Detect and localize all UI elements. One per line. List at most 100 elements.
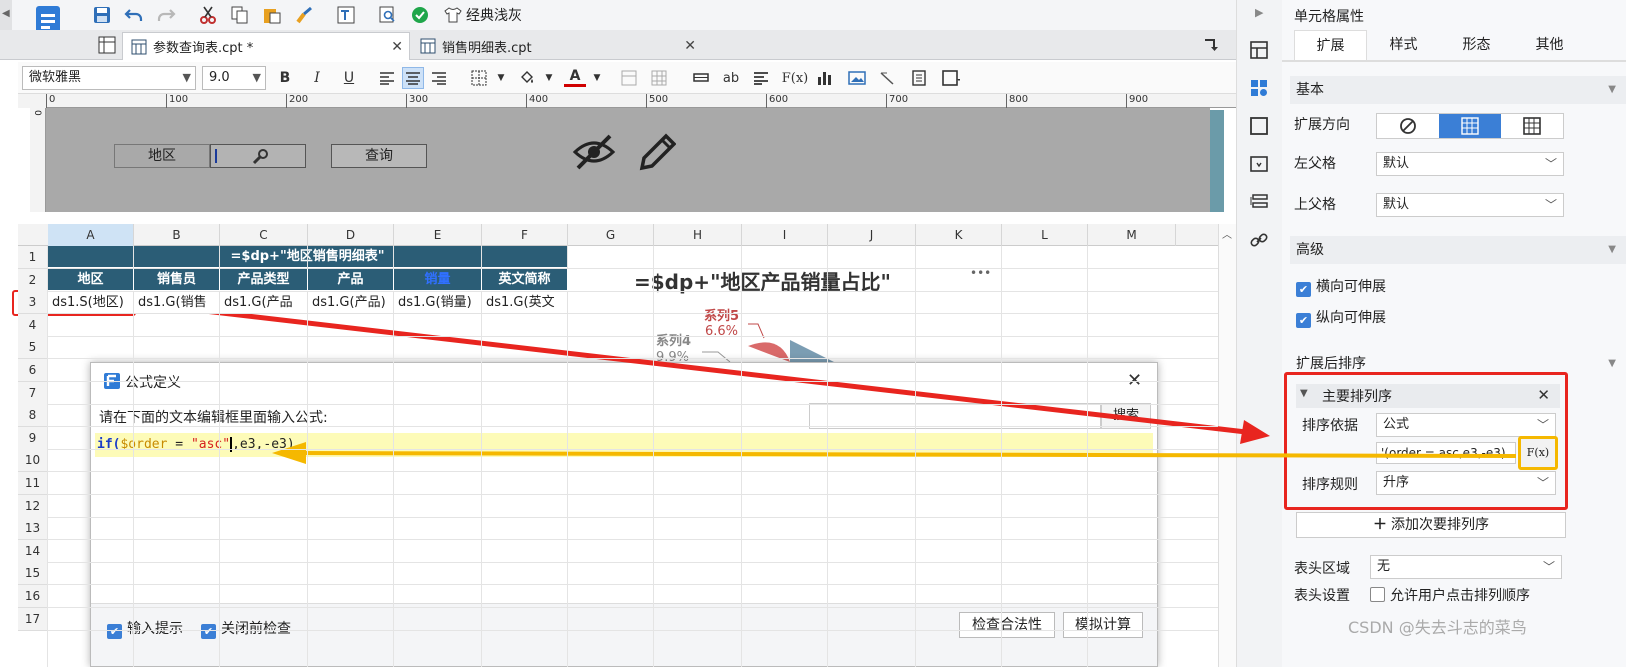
format-painter-icon[interactable] xyxy=(292,3,316,27)
row-header-16[interactable]: 16 xyxy=(18,585,48,608)
font-family-select[interactable]: 微软雅黑 ▼ xyxy=(22,66,196,90)
row-header-3[interactable]: 3 xyxy=(18,291,48,314)
sheet-title-cell[interactable]: =$dp+"地区销售明细表" xyxy=(48,246,568,268)
column-header-I[interactable]: I xyxy=(742,224,828,246)
close-icon[interactable]: ✕ xyxy=(684,38,696,54)
pie-slice-series5[interactable] xyxy=(748,342,790,362)
column-header-D[interactable]: D xyxy=(308,224,394,246)
widget-icon[interactable] xyxy=(1249,154,1269,174)
redo-icon[interactable] xyxy=(154,3,178,27)
copy-icon[interactable] xyxy=(228,3,252,27)
left-parent-select[interactable]: 默认 ﹀ xyxy=(1376,152,1564,176)
tab-param-query[interactable]: 参数查询表.cpt * ✕ xyxy=(122,32,410,60)
panel-tab[interactable]: 形态 xyxy=(1440,30,1513,60)
paste-icon[interactable] xyxy=(260,3,284,27)
panel-tab[interactable]: 扩展 xyxy=(1294,30,1367,60)
header-cell[interactable]: 产品 xyxy=(308,269,394,291)
up-parent-select[interactable]: 默认 ﹀ xyxy=(1376,193,1564,217)
panel-tab[interactable]: 其他 xyxy=(1513,30,1586,60)
cell-element-icon[interactable] xyxy=(1249,40,1269,60)
slash-icon[interactable] xyxy=(876,67,898,89)
check-validity-button[interactable]: 检查合法性 xyxy=(959,612,1055,638)
save-icon[interactable] xyxy=(90,3,114,27)
column-header-M[interactable]: M xyxy=(1088,224,1176,246)
close-icon[interactable]: ✕ xyxy=(1537,386,1550,404)
condition-attr-icon[interactable] xyxy=(1249,192,1269,212)
align-right-icon[interactable] xyxy=(428,67,450,89)
unmerge-cells-icon[interactable] xyxy=(648,67,670,89)
undo-icon[interactable] xyxy=(122,3,146,27)
formula-editor[interactable]: if($order = "asc" ,e3,-e3) xyxy=(95,433,1153,629)
query-button[interactable]: 查询 xyxy=(331,144,427,168)
check-before-close-checkbox[interactable]: ✔ 关闭前检查 xyxy=(201,618,291,639)
row-header-8[interactable]: 8 xyxy=(18,404,48,427)
column-header-E[interactable]: E xyxy=(394,224,482,246)
vertical-expand-icon[interactable] xyxy=(1439,114,1501,138)
bar-chart-icon[interactable] xyxy=(814,67,836,89)
bold-button[interactable]: B xyxy=(274,67,296,89)
tab-sales-detail[interactable]: 销售明细表.cpt ✕ xyxy=(412,32,702,60)
column-header-F[interactable]: F xyxy=(482,224,568,246)
data-cell[interactable]: ds1.G(销量) xyxy=(394,292,482,314)
float-element-icon[interactable] xyxy=(1249,116,1269,136)
left-collapse-strip[interactable]: ◀ xyxy=(0,0,12,30)
column-header-C[interactable]: C xyxy=(220,224,308,246)
row-header-11[interactable]: 11 xyxy=(18,472,48,495)
region-input[interactable] xyxy=(210,144,306,168)
row-header-9[interactable]: 9 xyxy=(18,427,48,450)
align-center-icon[interactable] xyxy=(402,67,424,89)
text-color-button[interactable]: A xyxy=(564,67,586,87)
border-icon[interactable] xyxy=(468,67,490,89)
canvas-scrollbar[interactable] xyxy=(1210,110,1224,212)
header-cell[interactable]: 销售员 xyxy=(134,269,220,291)
h-expand-checkbox[interactable]: ✔ 横向可伸展 xyxy=(1296,276,1386,297)
cell-border-icon[interactable] xyxy=(940,67,962,89)
sort-rule-select[interactable]: 升序 ﹀ xyxy=(1376,471,1556,495)
header-cell[interactable]: 产品类型 xyxy=(220,269,308,291)
v-expand-checkbox[interactable]: ✔ 纵向可伸展 xyxy=(1296,307,1386,328)
underline-button[interactable]: U xyxy=(338,67,360,89)
fx-button[interactable]: F(x) xyxy=(1518,436,1558,470)
input-hint-checkbox[interactable]: ✔ 输入提示 xyxy=(107,618,183,639)
row-header-15[interactable]: 15 xyxy=(18,562,48,585)
cell-attribute-icon[interactable] xyxy=(1249,78,1269,98)
header-cell[interactable]: 销量 xyxy=(394,269,482,291)
cut-icon[interactable] xyxy=(196,3,220,27)
row-header-1[interactable]: 1 xyxy=(18,246,48,269)
column-header-B[interactable]: B xyxy=(134,224,220,246)
sort-basis-select[interactable]: 公式 ﹀ xyxy=(1376,413,1556,437)
edit-pencil-icon[interactable] xyxy=(636,130,676,172)
column-header-K[interactable]: K xyxy=(916,224,1002,246)
column-header-G[interactable]: G xyxy=(568,224,654,246)
column-header-J[interactable]: J xyxy=(828,224,916,246)
fill-color-icon[interactable] xyxy=(516,67,538,89)
header-area-select[interactable]: 无 ﹀ xyxy=(1370,555,1562,579)
text-cell-button[interactable]: ab xyxy=(720,67,742,89)
text-lines-icon[interactable] xyxy=(750,67,772,89)
panel-tab[interactable]: 样式 xyxy=(1367,30,1440,60)
chevron-down-icon[interactable]: ▼ xyxy=(538,67,560,89)
close-icon[interactable]: ✕ xyxy=(391,39,403,55)
row-header-5[interactable]: 5 xyxy=(18,336,48,359)
add-secondary-sort-button[interactable]: ＋添加次要排列序 xyxy=(1296,512,1566,538)
chevron-right-icon[interactable]: ▶ xyxy=(1255,6,1263,19)
section-advanced[interactable]: 高级 ▼ xyxy=(1290,236,1626,264)
chevron-down-icon[interactable]: ▼ xyxy=(586,67,608,89)
row-header-7[interactable]: 7 xyxy=(18,382,48,405)
primary-sort-header[interactable]: ▼ 主要排列序 ✕ xyxy=(1296,384,1560,408)
formula-button[interactable]: F(x) xyxy=(780,67,810,89)
row-header-17[interactable]: 17 xyxy=(18,608,48,631)
chevron-up-icon[interactable]: ︿ xyxy=(1222,226,1232,241)
data-cell[interactable]: ds1.G(销售 xyxy=(134,292,220,314)
sub-report-icon[interactable] xyxy=(908,67,930,89)
check-icon[interactable] xyxy=(408,3,432,27)
data-cell[interactable]: ds1.G(产品) xyxy=(308,292,394,314)
row-header-10[interactable]: 10 xyxy=(18,449,48,472)
sheet-vertical-scrollbar[interactable]: ︿ xyxy=(1218,224,1236,667)
image-icon[interactable] xyxy=(846,67,868,89)
font-size-select[interactable]: 9.0 ▼ xyxy=(202,66,266,90)
header-cell[interactable]: 英文简称 xyxy=(482,269,568,291)
row-header-14[interactable]: 14 xyxy=(18,540,48,563)
row-header-12[interactable]: 12 xyxy=(18,495,48,518)
horizontal-expand-icon[interactable] xyxy=(1501,114,1563,138)
